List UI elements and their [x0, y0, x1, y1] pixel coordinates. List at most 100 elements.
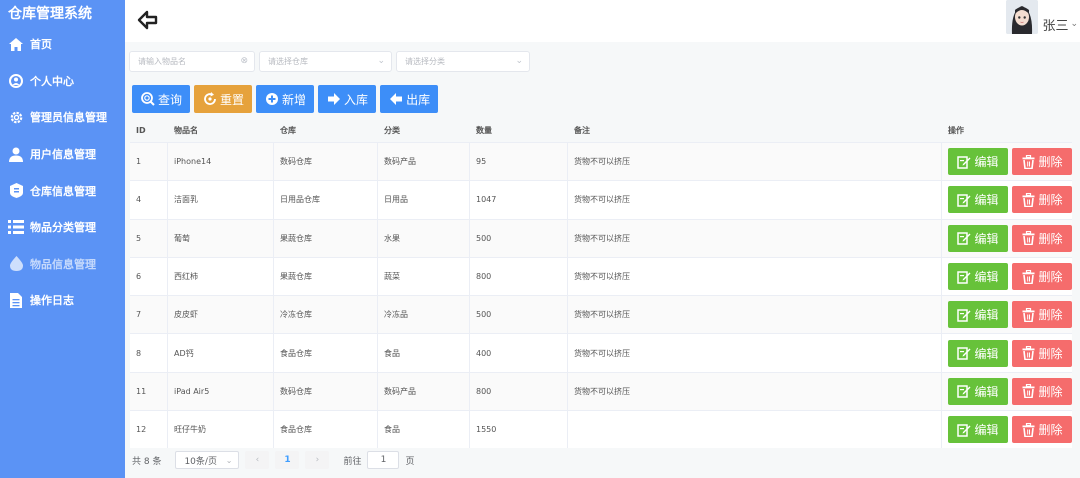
column-header-note[interactable]: 备注 [568, 118, 942, 142]
delete-button[interactable]: 删除 [1012, 148, 1072, 176]
cell-id: 11 [130, 372, 168, 411]
sidebar-item-home[interactable]: 首页 [0, 26, 125, 63]
edit-button-label: 编辑 [974, 423, 999, 438]
page-number[interactable]: 1 [275, 451, 300, 469]
edit-button[interactable]: 编辑 [948, 377, 1008, 405]
cell-name: 皮皮虾 [168, 296, 274, 334]
table-row[interactable]: 8 AD钙 食品仓库 食品 400 货物不可以挤压 编辑 删除 [130, 333, 1072, 372]
goto-label: 前往 [343, 456, 362, 467]
delete-button[interactable]: 删除 [1012, 263, 1072, 291]
item-name-placeholder: 请输入物品名 [138, 57, 186, 66]
sidebar-item-label: 仓库信息管理 [30, 184, 96, 198]
edit-button-label: 编辑 [974, 384, 999, 399]
table-row[interactable]: 7 皮皮虾 冷冻仓库 冷冻品 500 货物不可以挤压 编辑 删除 [130, 295, 1072, 334]
sidebar-item-admin[interactable]: 管理员信息管理 [0, 99, 125, 136]
cell-note [568, 411, 942, 449]
edit-button[interactable]: 编辑 [948, 186, 1008, 214]
reset-button-label: 重置 [220, 92, 245, 107]
chevron-down-icon: ⌄ [515, 56, 523, 66]
add-icon [264, 92, 279, 107]
warehouse-select[interactable]: 请选择仓库 ⌄ [259, 51, 392, 72]
sidebar-item-users[interactable]: 用户信息管理 [0, 136, 125, 173]
edit-button[interactable]: 编辑 [948, 148, 1008, 176]
table-row[interactable]: 12 旺仔牛奶 食品仓库 食品 1550 编辑 删除 [130, 410, 1072, 449]
table-row[interactable]: 4 洁面乳 日用品仓库 日用品 1047 货物不可以挤压 编辑 删除 [130, 180, 1072, 219]
table-body: 1 iPhone14 数码仓库 数码产品 95 货物不可以挤压 编辑 删除 4 洁面乳 日用品仓库日… [130, 142, 1072, 449]
cell-warehouse: 数码仓库 [274, 143, 378, 181]
cell-operation: 编辑 删除 [942, 181, 1072, 218]
edit-icon [957, 270, 971, 284]
cell-category: 食品 [378, 411, 470, 449]
trash-icon [1021, 384, 1035, 399]
column-header-name[interactable]: 物品名 [168, 118, 274, 142]
item-name-input[interactable]: 请输入物品名 ⊗ [129, 51, 255, 72]
goto-page-input[interactable]: 1 [367, 451, 400, 469]
page-size-select[interactable]: 10条/页 ⌄ [175, 451, 240, 469]
table-row[interactable]: 11 iPad Air5 数码仓库 数码产品 800 货物不可以挤压 编辑 删除 [130, 371, 1072, 411]
delete-button[interactable]: 删除 [1012, 224, 1072, 252]
trash-icon [1021, 154, 1035, 169]
table-row[interactable]: 6 西红柿 果蔬仓库 蔬菜 800 货物不可以挤压 编辑 删除 [130, 256, 1072, 296]
stock-out-button[interactable]: 出库 [380, 85, 439, 113]
user-menu[interactable]: 张三 ⌄ [1006, 0, 1078, 34]
table-header: ID 物品名 仓库 分类 数量 备注 操作 [130, 118, 1072, 142]
category-select[interactable]: 请选择分类 ⌄ [396, 51, 530, 72]
cell-operation: 编辑 删除 [942, 143, 1072, 180]
cell-note: 货物不可以挤压 [568, 334, 942, 372]
warehouse-icon [8, 183, 24, 199]
sidebar-item-warehouse[interactable]: 仓库信息管理 [0, 172, 125, 209]
stock-out-button-label: 出库 [406, 92, 431, 107]
sidebar-item-label: 物品分类管理 [30, 221, 96, 235]
sidebar: 仓库管理系统 首页 个人中心 管理员信息管理 用户信息管理 仓库信息管理 物品分… [0, 0, 125, 478]
back-arrow-icon[interactable] [137, 9, 159, 31]
pagination: 共 8 条 10条/页 ⌄ ‹ 1 › 前往 1 页 [132, 451, 414, 469]
filter-bar: 请输入物品名 ⊗ 请选择仓库 ⌄ 请选择分类 ⌄ [129, 51, 530, 72]
sidebar-item-log[interactable]: 操作日志 [0, 282, 125, 319]
sidebar-item-label: 个人中心 [30, 74, 74, 88]
user-circle-icon [8, 73, 24, 89]
edit-button[interactable]: 编辑 [948, 301, 1008, 329]
column-header-quantity[interactable]: 数量 [470, 118, 568, 142]
edit-button-label: 编辑 [974, 270, 999, 285]
top-header: 张三 ⌄ [125, 0, 1080, 42]
edit-button[interactable]: 编辑 [948, 416, 1008, 444]
goods-table: ID 物品名 仓库 分类 数量 备注 操作 1 iPhone14 数码仓库 数码产品 9… [130, 118, 1072, 449]
home-icon [8, 36, 24, 52]
cell-id: 5 [130, 219, 168, 257]
cell-note: 货物不可以挤压 [568, 143, 942, 181]
column-header-id[interactable]: ID [130, 118, 168, 142]
edit-button[interactable]: 编辑 [948, 339, 1008, 367]
edit-button[interactable]: 编辑 [948, 263, 1008, 291]
search-button[interactable]: 查询 [132, 85, 191, 113]
sidebar-item-category[interactable]: 物品分类管理 [0, 209, 125, 246]
total-count: 共 8 条 [132, 456, 162, 467]
reset-button[interactable]: 重置 [194, 85, 253, 113]
table-row[interactable]: 5 葡萄 果蔬仓库 水果 500 货物不可以挤压 编辑 删除 [130, 218, 1072, 257]
delete-button[interactable]: 删除 [1012, 339, 1072, 367]
delete-button[interactable]: 删除 [1012, 377, 1072, 405]
cell-quantity: 95 [470, 143, 568, 181]
cell-quantity: 500 [470, 296, 568, 334]
cell-name: 旺仔牛奶 [168, 411, 274, 449]
delete-button[interactable]: 删除 [1012, 416, 1072, 444]
next-page-button[interactable]: › [305, 451, 330, 469]
cell-operation: 编辑 删除 [942, 373, 1072, 410]
column-header-warehouse[interactable]: 仓库 [274, 118, 378, 142]
prev-page-button[interactable]: ‹ [245, 451, 270, 469]
table-row[interactable]: 1 iPhone14 数码仓库 数码产品 95 货物不可以挤压 编辑 删除 [130, 142, 1072, 181]
delete-button[interactable]: 删除 [1012, 301, 1072, 329]
cell-operation: 编辑 删除 [942, 411, 1072, 448]
stock-in-button[interactable]: 入库 [318, 85, 377, 113]
delete-button-label: 删除 [1038, 155, 1063, 170]
user-icon [8, 146, 24, 162]
add-button[interactable]: 新增 [256, 85, 315, 113]
column-header-category[interactable]: 分类 [378, 118, 470, 142]
sidebar-item-profile[interactable]: 个人中心 [0, 63, 125, 100]
sidebar-item-goods[interactable]: 物品信息管理 [0, 246, 125, 283]
delete-button[interactable]: 删除 [1012, 186, 1072, 214]
clear-icon[interactable]: ⊗ [240, 56, 248, 66]
edit-button[interactable]: 编辑 [948, 224, 1008, 252]
delete-button-label: 删除 [1038, 423, 1063, 438]
sidebar-item-label: 操作日志 [30, 294, 74, 308]
cell-id: 6 [130, 257, 168, 296]
